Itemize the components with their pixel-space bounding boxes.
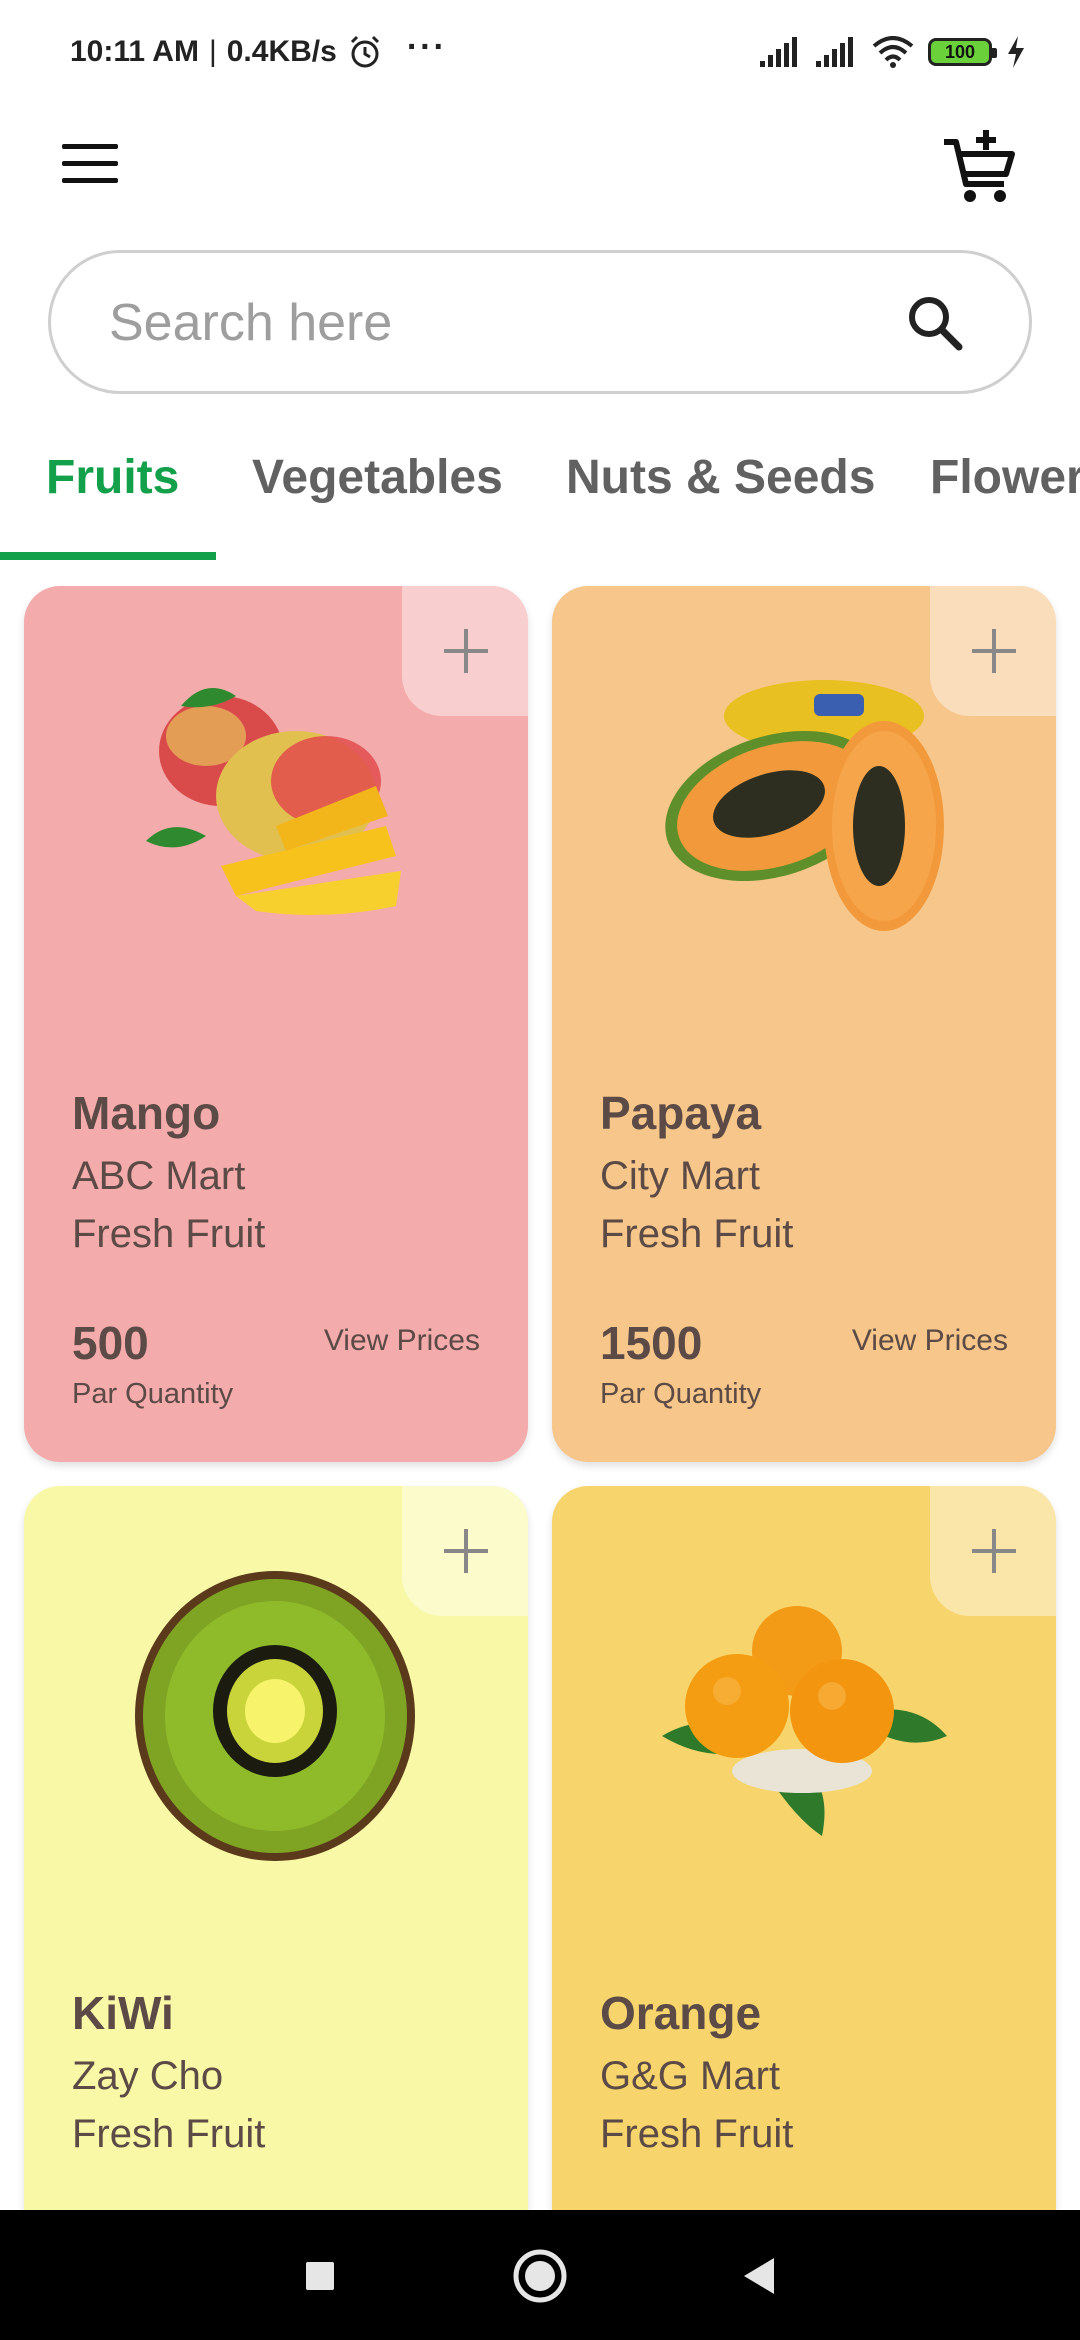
- product-store: G&G Mart: [600, 2054, 781, 2098]
- product-category: Fresh Fruit: [72, 1212, 266, 1256]
- search-input[interactable]: [109, 293, 869, 353]
- product-name: Orange: [600, 1987, 762, 2039]
- product-name: Papaya: [600, 1087, 762, 1139]
- status-separator: |: [208, 35, 217, 68]
- battery-icon: 100: [928, 38, 997, 66]
- mango-image: [146, 688, 401, 915]
- status-time: 10:11 AM: [70, 35, 199, 68]
- status-bar: 10:11 AM | 0.4KB/s ··· 100: [0, 0, 1080, 100]
- alarm-icon: [350, 35, 379, 68]
- product-quantity-label: Par Quantity: [72, 1378, 234, 1410]
- tab-fruits[interactable]: Fruits: [46, 450, 179, 505]
- tab-indicator: [0, 552, 216, 560]
- tab-vegetables[interactable]: Vegetables: [252, 450, 503, 505]
- orange-image: [662, 1606, 947, 1836]
- battery-level: 100: [944, 41, 976, 62]
- signal-icon: [760, 37, 797, 67]
- product-category: Fresh Fruit: [72, 2112, 266, 2156]
- product-quantity: 1500: [600, 1317, 703, 1369]
- status-left: 10:11 AM | 0.4KB/s ···: [70, 28, 447, 70]
- product-store: Zay Cho: [72, 2054, 224, 2098]
- category-tabs: Fruits Vegetables Nuts & Seeds Flowers: [0, 430, 1080, 560]
- circle-icon[interactable]: [508, 2244, 572, 2308]
- view-prices-link[interactable]: View Prices: [852, 1324, 1008, 1358]
- status-right: 100: [760, 36, 1026, 68]
- add-to-cart-icon[interactable]: [940, 128, 1020, 208]
- tab-flowers[interactable]: Flowers: [930, 450, 1080, 505]
- product-quantity: 500: [72, 1317, 149, 1369]
- search-icon[interactable]: [905, 293, 965, 353]
- kiwi-image: [135, 1571, 415, 1861]
- status-network-speed: 0.4KB/s: [226, 35, 337, 68]
- product-quantity-label: Par Quantity: [600, 1378, 762, 1410]
- system-nav-bar: [0, 2210, 1080, 2340]
- search-box: [48, 250, 1032, 394]
- product-store: ABC Mart: [72, 1154, 246, 1198]
- wifi-icon: [872, 36, 914, 68]
- more-icon: ···: [406, 27, 447, 66]
- product-store: City Mart: [600, 1154, 760, 1198]
- square-icon[interactable]: [288, 2244, 352, 2308]
- hamburger-menu-icon[interactable]: [62, 144, 126, 196]
- product-category: Fresh Fruit: [600, 2112, 794, 2156]
- view-prices-link[interactable]: View Prices: [324, 1324, 480, 1358]
- signal-icon-2: [816, 37, 853, 67]
- product-category: Fresh Fruit: [600, 1212, 794, 1256]
- triangle-back-icon[interactable]: [728, 2244, 792, 2308]
- charging-icon: [1008, 36, 1024, 68]
- plus-icon[interactable]: [402, 1486, 528, 1616]
- product-card-papaya[interactable]: Papaya City Mart Fresh Fruit 1500 Par Qu…: [552, 586, 1056, 1462]
- product-card-mango[interactable]: Mango ABC Mart Fresh Fruit 500 Par Quant…: [24, 586, 528, 1462]
- product-name: KiWi: [72, 1987, 174, 2039]
- product-name: Mango: [72, 1087, 221, 1139]
- papaya-image: [665, 680, 944, 931]
- app-bar: [0, 120, 1080, 220]
- tab-nuts-seeds[interactable]: Nuts & Seeds: [566, 450, 875, 505]
